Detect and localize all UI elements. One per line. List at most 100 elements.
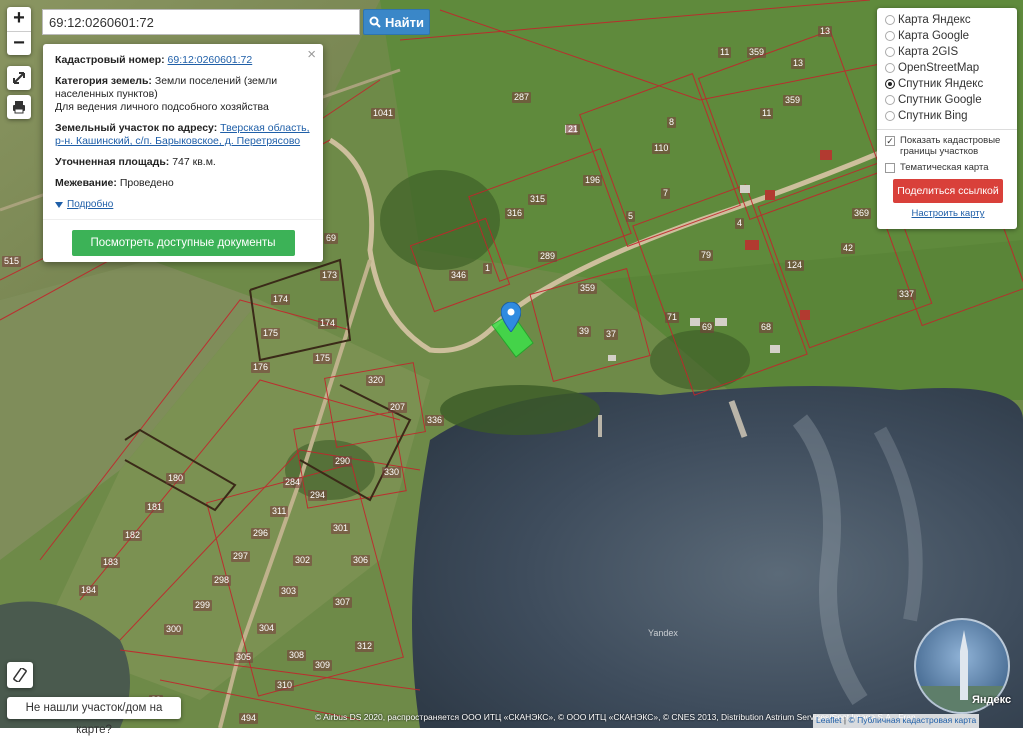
plot-number-label[interactable]: 308	[287, 650, 307, 661]
view-documents-button[interactable]: Посмотреть доступные документы	[71, 230, 295, 256]
plot-number-label[interactable]: 176	[251, 362, 271, 373]
plot-number-label[interactable]: 1041	[371, 108, 396, 119]
plot-number-label[interactable]: 359	[783, 95, 803, 106]
leaflet-link[interactable]: Leaflet	[816, 715, 842, 725]
basemap-option[interactable]: Карта Google	[885, 28, 1011, 44]
plot-number-label[interactable]: 299	[193, 600, 213, 611]
cadastral-number-link[interactable]: 69:12:0260601:72	[168, 54, 253, 66]
share-link-button[interactable]: Поделиться ссылкой	[893, 179, 1003, 203]
cadastral-map-source-link[interactable]: © Публичная кадастровая карта	[848, 715, 976, 725]
plot-number-label[interactable]: 79	[699, 250, 714, 261]
basemap-option[interactable]: Спутник Яндекс	[885, 76, 1011, 92]
plot-number-label[interactable]: 494	[239, 713, 259, 724]
plot-number-label[interactable]: 336	[425, 415, 445, 426]
fullscreen-button[interactable]	[7, 66, 31, 90]
plot-number-label[interactable]: 359	[747, 47, 767, 58]
plot-number-label[interactable]: 312	[355, 641, 375, 652]
thematic-map-checkbox[interactable]	[885, 163, 895, 173]
radio-button[interactable]	[885, 31, 895, 41]
plot-number-label[interactable]: 1	[483, 263, 493, 274]
plot-number-label[interactable]: 110	[652, 143, 671, 154]
print-button[interactable]	[7, 95, 31, 119]
plot-number-label[interactable]: 320	[366, 375, 386, 386]
plot-number-label[interactable]: 8	[667, 117, 677, 128]
plot-number-label[interactable]: 307	[333, 597, 353, 608]
plot-number-label[interactable]: 180	[166, 473, 186, 484]
plot-number-label[interactable]: 294	[308, 490, 328, 501]
plot-number-label[interactable]: 68	[759, 322, 774, 333]
radio-button[interactable]	[885, 79, 895, 89]
zoom-out-button[interactable]: −	[7, 31, 31, 55]
plot-number-label[interactable]: 296	[251, 528, 271, 539]
plot-number-label[interactable]: 37	[604, 329, 619, 340]
plot-number-label[interactable]: 4	[735, 218, 745, 229]
radio-button[interactable]	[885, 63, 895, 73]
plot-number-label[interactable]: 330	[382, 467, 402, 478]
plot-number-label[interactable]: 337	[897, 289, 917, 300]
plot-number-label[interactable]: 42	[841, 243, 856, 254]
plot-number-label[interactable]: 174	[271, 294, 291, 305]
plot-number-label[interactable]: 69	[324, 233, 339, 244]
plot-number-label[interactable]: 173	[320, 270, 340, 281]
close-icon[interactable]: ×	[307, 47, 316, 62]
basemap-option[interactable]: Спутник Bing	[885, 108, 1011, 124]
plot-number-label[interactable]: 309	[313, 660, 333, 671]
show-cadastral-borders-toggle[interactable]: ✓ Показать кадастровые границы участков	[885, 135, 1011, 157]
plot-number-label[interactable]: 13	[818, 26, 833, 37]
plot-number-label[interactable]: 196	[583, 175, 603, 186]
plot-number-label[interactable]: 175	[261, 328, 281, 339]
plot-number-label[interactable]: 311	[270, 506, 289, 517]
plot-number-label[interactable]: 303	[279, 586, 299, 597]
plot-number-label[interactable]: 183	[101, 557, 121, 568]
plot-number-label[interactable]: 11	[760, 108, 774, 119]
plot-number-label[interactable]: 174	[318, 318, 338, 329]
plot-number-label[interactable]: 315	[528, 194, 548, 205]
plot-number-label[interactable]: 316	[505, 208, 525, 219]
plot-number-label[interactable]: 515	[2, 256, 22, 267]
basemap-option[interactable]: Спутник Google	[885, 92, 1011, 108]
radio-button[interactable]	[885, 15, 895, 25]
plot-number-label[interactable]: 71	[665, 312, 680, 323]
plot-number-label[interactable]: 5	[626, 211, 636, 222]
plot-number-label[interactable]: 175	[313, 353, 333, 364]
basemap-option[interactable]: OpenStreetMap	[885, 60, 1011, 76]
plot-number-label[interactable]: 302	[293, 555, 313, 566]
plot-number-label[interactable]: 7	[661, 188, 671, 199]
location-marker-icon[interactable]	[500, 301, 522, 333]
plot-number-label[interactable]: 69	[700, 322, 715, 333]
plot-number-label[interactable]: 284	[283, 477, 303, 488]
plot-number-label[interactable]: 301	[331, 523, 351, 534]
plot-number-label[interactable]: 369	[852, 208, 872, 219]
plot-number-label[interactable]: 181	[145, 502, 165, 513]
plot-number-label[interactable]: 21	[566, 124, 581, 135]
plot-number-label[interactable]: 207	[388, 402, 408, 413]
search-button[interactable]: Найти	[363, 9, 430, 35]
show-borders-checkbox[interactable]: ✓	[885, 136, 895, 146]
basemap-option[interactable]: Карта 2GIS	[885, 44, 1011, 60]
plot-number-label[interactable]: 304	[257, 623, 277, 634]
radio-button[interactable]	[885, 95, 895, 105]
details-toggle[interactable]: Подробно	[55, 198, 311, 211]
plot-number-label[interactable]: 124	[785, 260, 805, 271]
basemap-option[interactable]: Карта Яндекс	[885, 12, 1011, 28]
radio-button[interactable]	[885, 47, 895, 57]
report-missing-parcel-button[interactable]: Не нашли участок/дом на карте?	[7, 697, 181, 736]
plot-number-label[interactable]: 289	[538, 251, 558, 262]
cadastral-search-input[interactable]	[42, 9, 360, 35]
plot-number-label[interactable]: 184	[79, 585, 99, 596]
plot-number-label[interactable]: 11	[718, 47, 732, 58]
plot-number-label[interactable]: 305	[234, 652, 254, 663]
plot-number-label[interactable]: 346	[449, 270, 469, 281]
plot-number-label[interactable]: 359	[578, 283, 598, 294]
plot-number-label[interactable]: 39	[577, 326, 592, 337]
plot-number-label[interactable]: 300	[164, 624, 184, 635]
zoom-in-button[interactable]: +	[7, 7, 31, 31]
configure-map-link[interactable]: Настроить карту	[885, 208, 1011, 219]
measure-button[interactable]	[7, 662, 33, 688]
plot-number-label[interactable]: 290	[333, 456, 353, 467]
plot-number-label[interactable]: 297	[231, 551, 251, 562]
plot-number-label[interactable]: 298	[212, 575, 232, 586]
thematic-map-toggle[interactable]: Тематическая карта	[885, 162, 1011, 173]
plot-number-label[interactable]: 182	[123, 530, 143, 541]
plot-number-label[interactable]: 13	[791, 58, 806, 69]
